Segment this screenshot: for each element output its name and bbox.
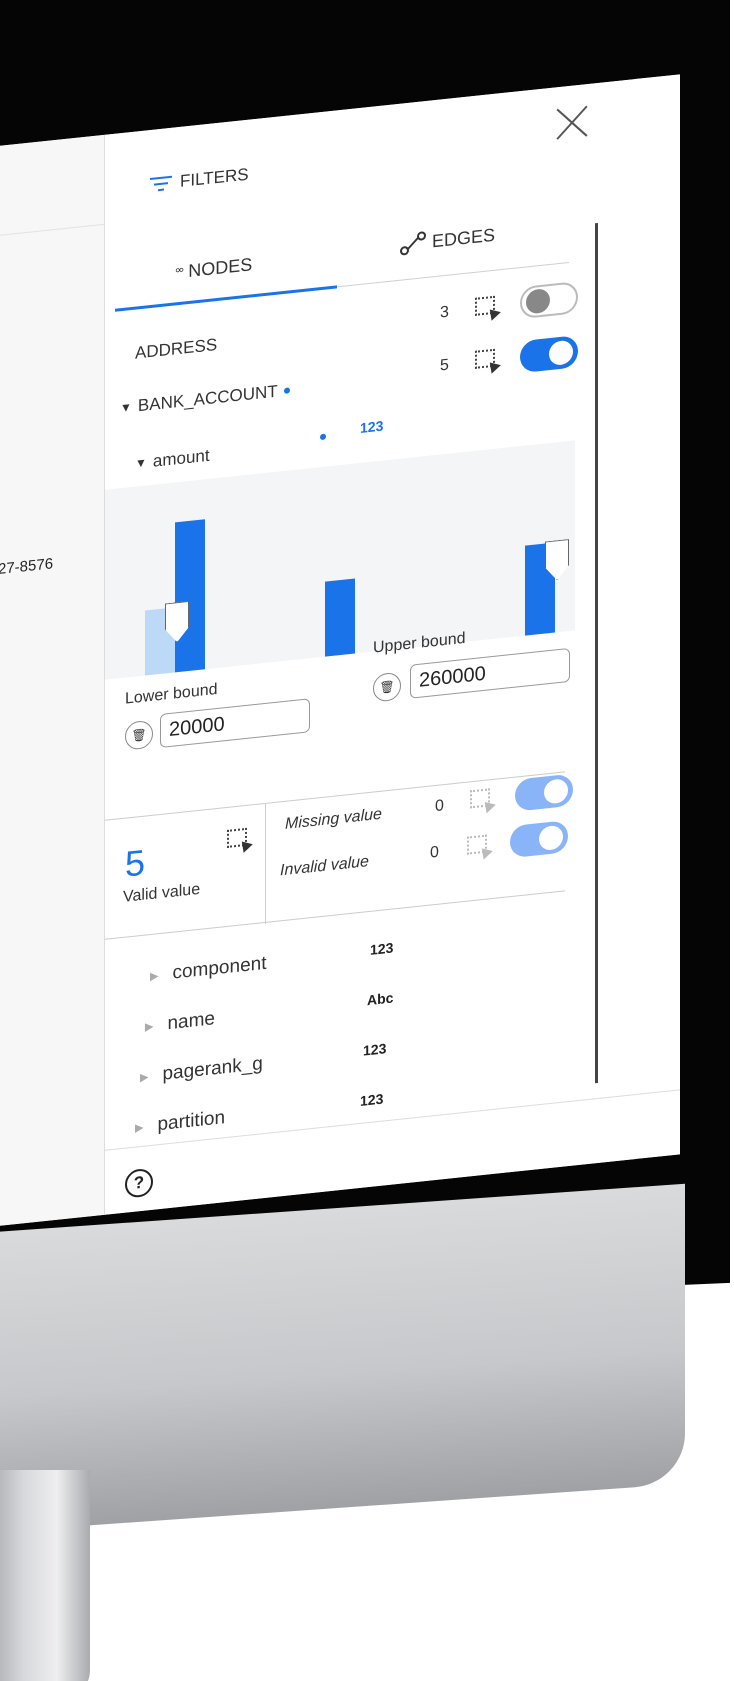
missing-count: 0 bbox=[435, 797, 444, 816]
chevron-right-icon[interactable]: ▶ bbox=[140, 1070, 148, 1084]
tab-edges[interactable]: EDGES bbox=[400, 224, 495, 256]
list-item[interactable]: ▶ component bbox=[150, 953, 266, 987]
node-type-label: ADDRESS bbox=[135, 334, 218, 363]
node-type-count: 5 bbox=[440, 356, 449, 375]
active-filter-dot bbox=[283, 387, 290, 394]
chevron-down-icon[interactable]: ▼ bbox=[120, 400, 132, 415]
monitor-chin bbox=[0, 1183, 685, 1540]
numeric-type-icon: 123 bbox=[363, 1040, 387, 1059]
stats-divider bbox=[265, 803, 266, 924]
edges-icon bbox=[400, 231, 426, 256]
amount-histogram[interactable] bbox=[105, 440, 575, 680]
chevron-right-icon[interactable]: ▶ bbox=[135, 1120, 143, 1134]
node-type-bank-account[interactable]: ▼ BANK_ACCOUNT bbox=[120, 380, 290, 418]
list-item[interactable]: ▶ pagerank_g bbox=[140, 1053, 263, 1088]
filters-title: FILTERS bbox=[180, 164, 249, 191]
numeric-type-icon: 123 bbox=[360, 417, 384, 436]
close-icon[interactable] bbox=[555, 104, 589, 142]
select-icon[interactable] bbox=[475, 348, 495, 369]
active-filter-dot bbox=[320, 433, 326, 441]
lower-bound-label: Lower bound bbox=[125, 680, 218, 708]
active-tab-indicator bbox=[115, 285, 337, 312]
bank-account-toggle[interactable] bbox=[520, 335, 578, 374]
invalid-label: Invalid value bbox=[280, 853, 369, 880]
histogram-bar[interactable] bbox=[325, 578, 355, 657]
numeric-type-icon: 123 bbox=[360, 1090, 384, 1109]
tab-nodes-label: NODES bbox=[188, 254, 253, 282]
property-amount[interactable]: ▼ amount bbox=[135, 446, 210, 474]
lower-bound-input[interactable] bbox=[160, 698, 310, 748]
tab-divider bbox=[337, 261, 569, 288]
node-type-count: 3 bbox=[440, 303, 449, 322]
nodes-icon: °° bbox=[175, 264, 183, 281]
attribute-label: pagerank_g bbox=[162, 1053, 263, 1085]
value-stats: 5 Valid value Missing value 0 Invalid va… bbox=[105, 771, 573, 940]
filters-header: FILTERS bbox=[150, 165, 249, 195]
select-icon[interactable] bbox=[470, 788, 490, 809]
invalid-count: 0 bbox=[430, 843, 439, 862]
chevron-right-icon[interactable]: ▶ bbox=[145, 1019, 153, 1033]
filter-icon bbox=[150, 175, 172, 192]
invalid-toggle[interactable] bbox=[510, 820, 568, 859]
attribute-label: name bbox=[167, 1008, 215, 1035]
attribute-label: component bbox=[172, 952, 267, 984]
missing-label: Missing value bbox=[285, 805, 382, 833]
list-item[interactable]: ▶ partition bbox=[135, 1107, 225, 1138]
filters-panel: FILTERS °° NODES EDGES ADDRESS 3 ▼ BANK_… bbox=[105, 74, 680, 1220]
node-type-address[interactable]: ADDRESS bbox=[135, 335, 217, 364]
panel-scrollbar[interactable] bbox=[595, 222, 598, 1084]
help-icon[interactable]: ? bbox=[125, 1167, 153, 1199]
tab-edges-label: EDGES bbox=[432, 224, 496, 251]
text-type-icon: Abc bbox=[367, 989, 394, 1009]
valid-label: Valid value bbox=[123, 880, 201, 906]
trash-icon[interactable]: 🗑 bbox=[373, 671, 401, 703]
trash-icon[interactable]: 🗑 bbox=[125, 719, 153, 751]
property-label: amount bbox=[152, 445, 210, 471]
numeric-type-icon: 123 bbox=[370, 939, 394, 958]
list-item[interactable]: ▶ name bbox=[145, 1008, 215, 1037]
graph-toolbar bbox=[0, 174, 104, 240]
upper-bound-input[interactable] bbox=[410, 647, 570, 699]
select-icon[interactable] bbox=[467, 834, 487, 855]
node-type-label: BANK_ACCOUNT bbox=[137, 381, 278, 416]
monitor-stand bbox=[0, 1470, 90, 1681]
select-icon[interactable] bbox=[227, 827, 247, 848]
chevron-down-icon[interactable]: ▼ bbox=[135, 455, 147, 470]
missing-toggle[interactable] bbox=[515, 773, 573, 812]
app-screen: 27-8576 FILTERS °° NODES EDGES ADDRESS 3… bbox=[0, 74, 680, 1230]
graph-canvas[interactable]: 27-8576 bbox=[0, 134, 105, 1230]
chevron-right-icon[interactable]: ▶ bbox=[150, 969, 158, 983]
valid-count: 5 bbox=[125, 841, 146, 885]
attribute-label: partition bbox=[157, 1107, 226, 1136]
address-toggle[interactable] bbox=[520, 281, 578, 320]
select-icon[interactable] bbox=[475, 295, 495, 316]
tab-nodes[interactable]: °° NODES bbox=[175, 254, 252, 283]
histogram-bar[interactable] bbox=[175, 519, 205, 673]
graph-node-label[interactable]: 27-8576 bbox=[0, 555, 53, 578]
